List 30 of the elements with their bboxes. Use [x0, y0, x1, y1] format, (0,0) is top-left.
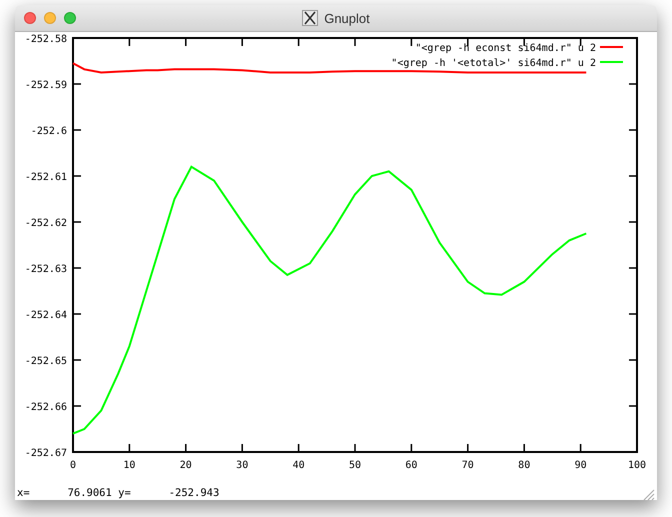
- y-tick-label: -252.6: [30, 126, 67, 137]
- y-tick-label: -252.58: [24, 34, 67, 45]
- x-tick-label: 90: [574, 460, 587, 471]
- x-tick-label: 40: [292, 460, 305, 471]
- minimize-button[interactable]: [44, 12, 56, 24]
- y-tick-label: -252.61: [24, 172, 67, 183]
- close-button[interactable]: [24, 12, 36, 24]
- x-tick-label: 70: [462, 460, 474, 471]
- zoom-button[interactable]: [64, 12, 76, 24]
- legend-label: "<grep -h econst si64md.r" u 2: [415, 43, 596, 54]
- y-tick-label: -252.62: [24, 218, 67, 229]
- x-tick-label: 30: [236, 460, 248, 471]
- y-tick-label: -252.66: [24, 402, 67, 413]
- y-tick-label: -252.65: [24, 356, 67, 367]
- cursor-coordinates: x= 76.9061 y= -252.943: [17, 487, 220, 500]
- x-logo-icon: [302, 10, 318, 26]
- x-tick-label: 60: [405, 460, 418, 471]
- y-tick-label: -252.59: [24, 80, 67, 91]
- legend-label: "<grep -h '<etotal>' si64md.r" u 2: [391, 58, 596, 69]
- resize-grip-icon[interactable]: [641, 487, 655, 500]
- x-tick-label: 50: [348, 460, 362, 471]
- x-tick-label: 100: [628, 460, 646, 471]
- x-tick-label: 80: [518, 460, 530, 471]
- y-tick-label: -252.63: [24, 264, 67, 275]
- window-title: Gnuplot: [324, 10, 370, 26]
- y-tick-label: -252.64: [24, 310, 67, 321]
- x-tick-label: 10: [123, 460, 136, 471]
- x-tick-label: 20: [180, 460, 192, 471]
- y-tick-label: -252.67: [24, 448, 67, 459]
- x-tick-label: 0: [70, 460, 76, 471]
